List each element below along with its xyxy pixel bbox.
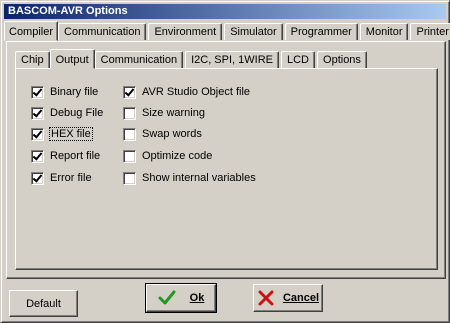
default-button-label: Default xyxy=(26,297,61,310)
red-x-icon xyxy=(257,289,275,307)
option-binary-file[interactable]: Binary file xyxy=(31,85,98,99)
cancel-button-label: Cancel xyxy=(282,292,320,304)
option-label: Report file xyxy=(50,150,101,162)
option-label: Error file xyxy=(50,172,92,184)
tab-label: Communication xyxy=(64,26,141,38)
checkbox-avr-studio-object-file[interactable] xyxy=(123,85,136,99)
checkbox-optimize-code[interactable] xyxy=(123,149,136,163)
option-show-internal-variables[interactable]: Show internal variables xyxy=(123,171,256,185)
tab-environment[interactable]: Environment xyxy=(148,23,223,40)
checkbox-hex-file[interactable] xyxy=(31,127,44,141)
tab-printer[interactable]: Printer xyxy=(410,23,450,40)
ok-button-label: Ok xyxy=(189,292,205,304)
tab-label: Programmer xyxy=(290,26,352,38)
option-label: Swap words xyxy=(142,128,202,140)
option-label: Size warning xyxy=(142,107,205,119)
tab-programmer[interactable]: Programmer xyxy=(284,23,358,40)
tab-monitor[interactable]: Monitor xyxy=(359,23,409,40)
tab-simulator[interactable]: Simulator xyxy=(224,23,283,40)
option-error-file[interactable]: Error file xyxy=(31,171,92,185)
subtab-communication[interactable]: Communication xyxy=(94,51,184,68)
window-title: BASCOM-AVR Options xyxy=(8,5,128,17)
option-label: Optimize code xyxy=(142,150,213,162)
tab-label: Monitor xyxy=(365,26,403,38)
tab-label: Simulator xyxy=(230,26,277,38)
subtab-label: Options xyxy=(323,54,361,66)
option-debug-file[interactable]: Debug File xyxy=(31,106,103,120)
subtab-label: Output xyxy=(55,54,89,66)
ok-button[interactable]: Ok xyxy=(145,283,217,313)
tab-label: Printer xyxy=(416,26,449,38)
checkbox-error-file[interactable] xyxy=(31,171,44,185)
subtab-label: Communication xyxy=(100,54,178,66)
tab-label: Compiler xyxy=(9,26,54,38)
subtab-options[interactable]: Options xyxy=(317,51,367,68)
default-button[interactable]: Default xyxy=(9,290,78,317)
option-size-warning[interactable]: Size warning xyxy=(123,106,205,120)
option-swap-words[interactable]: Swap words xyxy=(123,127,202,141)
subtab-label: Chip xyxy=(21,54,44,66)
option-label: AVR Studio Object file xyxy=(142,86,251,98)
checkbox-debug-file[interactable] xyxy=(31,106,44,120)
checkbox-report-file[interactable] xyxy=(31,149,44,163)
checkbox-size-warning[interactable] xyxy=(123,106,136,120)
checkbox-show-internal-variables[interactable] xyxy=(123,171,136,185)
option-hex-file[interactable]: HEX file xyxy=(31,127,93,141)
options-dialog: BASCOM-AVR Options Compiler Communicatio… xyxy=(0,0,450,323)
checkbox-swap-words[interactable] xyxy=(123,127,136,141)
option-label: Binary file xyxy=(50,86,99,98)
main-tab-strip: Compiler Communication Environment Simul… xyxy=(4,21,450,41)
option-label: HEX file xyxy=(49,127,93,141)
title-bar[interactable]: BASCOM-AVR Options xyxy=(4,4,446,19)
cancel-button[interactable]: Cancel xyxy=(253,284,323,312)
option-optimize-code[interactable]: Optimize code xyxy=(123,149,212,163)
tab-communication[interactable]: Communication xyxy=(58,23,147,40)
tab-label: Environment xyxy=(154,26,217,38)
tab-compiler[interactable]: Compiler xyxy=(4,21,59,41)
compiler-subtab-strip: Chip Output Communication I2C, SPI, 1WIR… xyxy=(15,49,369,69)
option-avr-studio-object-file[interactable]: AVR Studio Object file xyxy=(123,85,250,99)
subtab-i2c-spi-1wire[interactable]: I2C, SPI, 1WIRE xyxy=(185,51,279,68)
checkbox-binary-file[interactable] xyxy=(31,85,44,99)
option-report-file[interactable]: Report file xyxy=(31,149,100,163)
green-checkmark-icon xyxy=(158,289,176,307)
option-label: Debug File xyxy=(50,107,104,119)
subtab-lcd[interactable]: LCD xyxy=(281,51,316,68)
subtab-label: I2C, SPI, 1WIRE xyxy=(191,54,273,66)
subtab-label: LCD xyxy=(287,54,310,66)
subtab-chip[interactable]: Chip xyxy=(15,51,50,68)
subtab-output[interactable]: Output xyxy=(49,49,95,69)
option-label: Show internal variables xyxy=(142,172,256,184)
